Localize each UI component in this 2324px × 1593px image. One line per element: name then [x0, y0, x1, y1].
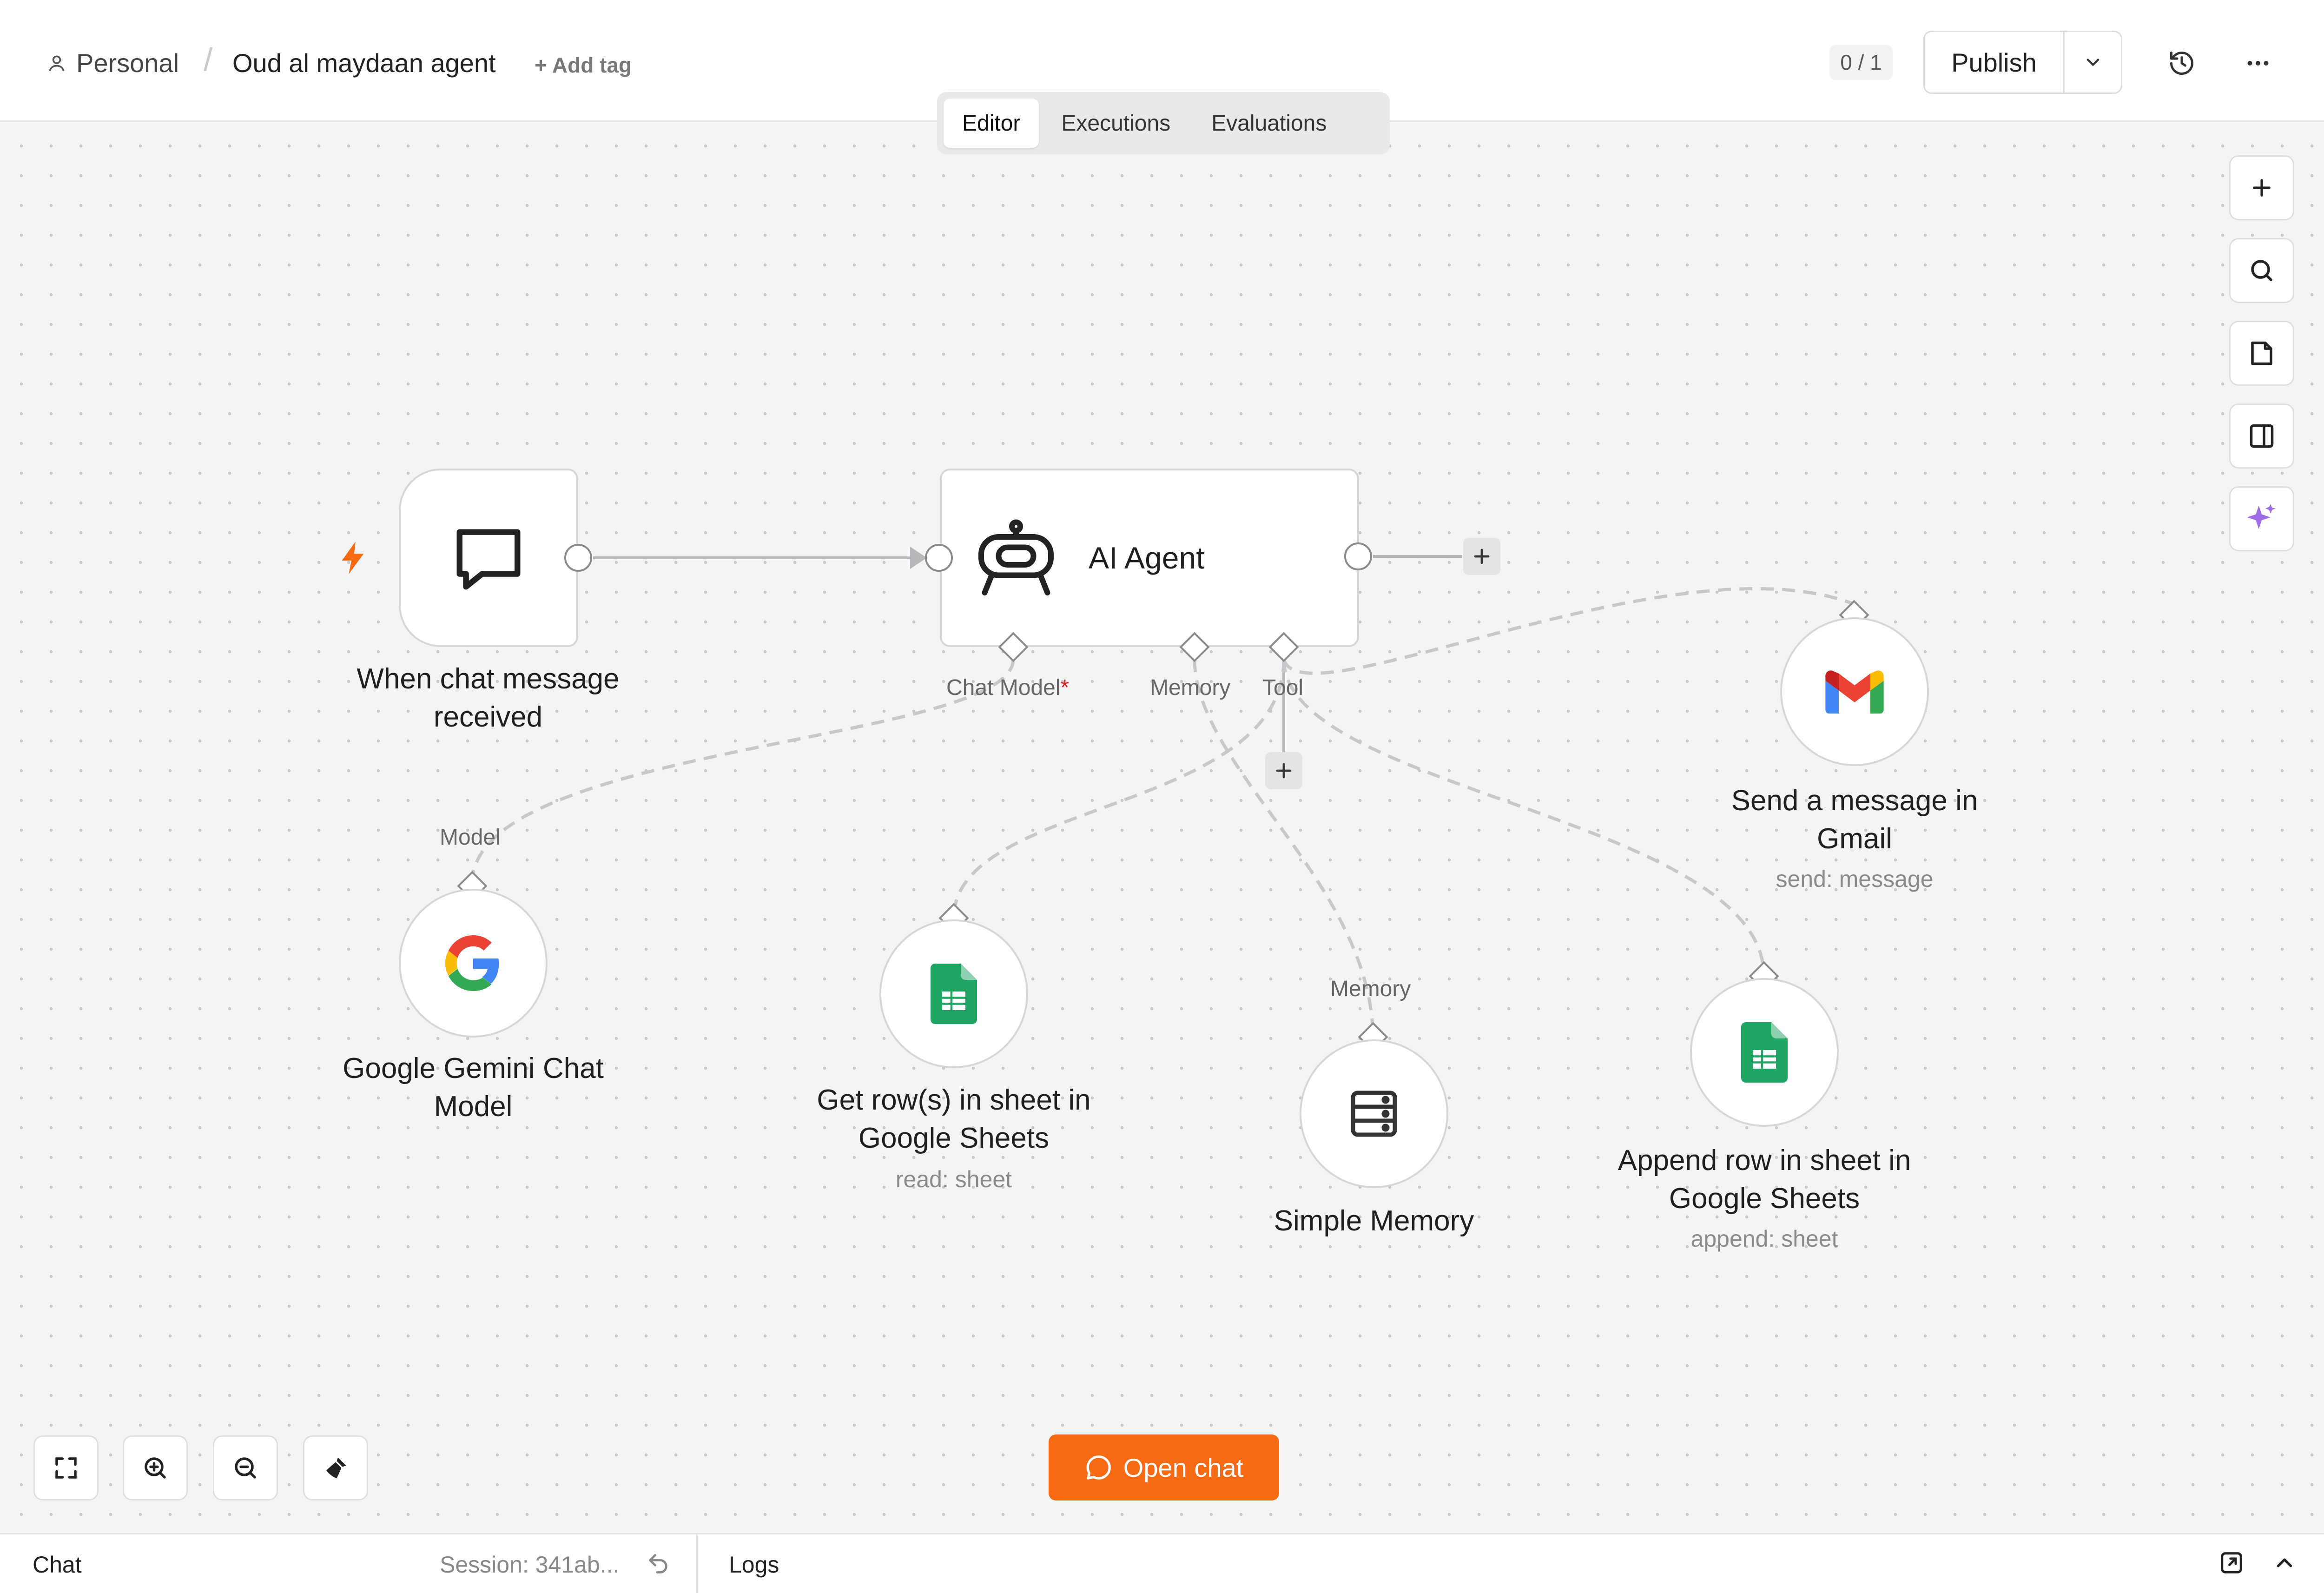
sparkle-icon [2244, 501, 2279, 536]
memory-port-label: Memory [1150, 675, 1231, 700]
gemini-node-label: Google Gemini Chat Model [343, 1052, 604, 1123]
robot-icon [974, 516, 1058, 600]
simple-memory-node-label: Simple Memory [1274, 1205, 1474, 1237]
simple-memory-node[interactable] [1300, 1039, 1448, 1188]
zoom-out-icon [231, 1454, 259, 1482]
gemini-node[interactable] [399, 889, 548, 1038]
ai-agent-label: AI Agent [1089, 541, 1205, 575]
tab-editor[interactable]: Editor [944, 99, 1039, 148]
maximize-icon [52, 1454, 80, 1482]
google-sheets-icon [1741, 1022, 1788, 1083]
trigger-node-label: When chat message received [357, 663, 620, 733]
session-id: Session: 341ab... [440, 1552, 620, 1578]
search-icon [2248, 257, 2276, 284]
chevron-up-icon [2272, 1550, 2297, 1575]
broom-icon [322, 1454, 350, 1482]
add-next-node-button[interactable] [1463, 538, 1500, 575]
chat-model-port-text: Chat Model [946, 675, 1061, 700]
panel-divider [696, 1534, 698, 1593]
trigger-bolt-icon [337, 540, 369, 578]
zoom-out-button[interactable] [213, 1435, 278, 1500]
bottom-panel-bar: Chat Session: 341ab... Logs [0, 1533, 2324, 1593]
version-counter: 0 / 1 [1829, 45, 1893, 80]
chat-bubble-icon [450, 519, 527, 596]
more-options-button[interactable] [2240, 46, 2276, 81]
append-row-node-label: Append row in sheet in Google Sheets [1618, 1144, 1911, 1215]
get-rows-node-label: Get row(s) in sheet in Google Sheets [817, 1084, 1091, 1154]
plus-icon [2249, 175, 2275, 201]
get-rows-node-subtitle: read: sheet [895, 1166, 1012, 1192]
view-tabs: Editor Executions Evaluations [937, 92, 1390, 154]
breadcrumb-project-label: Personal [76, 48, 179, 78]
gmail-node-subtitle: send: message [1776, 866, 1934, 892]
more-horizontal-icon [2244, 49, 2272, 77]
add-node-button[interactable] [2229, 155, 2294, 220]
panel-right-icon [2248, 422, 2276, 450]
tab-executions[interactable]: Executions [1043, 99, 1189, 148]
search-nodes-button[interactable] [2229, 238, 2294, 303]
chat-icon [1084, 1453, 1113, 1482]
fit-view-button[interactable] [33, 1435, 99, 1500]
get-rows-node[interactable] [879, 919, 1028, 1068]
trigger-node[interactable] [399, 469, 578, 647]
sticky-note-icon [2248, 339, 2276, 367]
publish-button[interactable]: Publish [1925, 32, 2063, 93]
google-icon [445, 935, 501, 991]
toggle-panel-button[interactable] [2229, 403, 2294, 469]
workflow-name[interactable]: Oud al maydaan agent [232, 45, 496, 82]
ai-agent-node[interactable]: AI Agent [940, 469, 1359, 647]
plus-icon [1273, 760, 1295, 782]
tool-port-label: Tool [1262, 675, 1304, 700]
breadcrumb-project[interactable]: Personal [46, 45, 179, 82]
append-row-node-subtitle: append: sheet [1690, 1226, 1838, 1252]
database-icon [1346, 1086, 1402, 1142]
add-tool-button[interactable] [1265, 752, 1302, 789]
publish-dropdown-button[interactable] [2063, 32, 2121, 93]
gemini-port-label: Model [440, 825, 501, 850]
external-window-icon [2219, 1550, 2244, 1575]
agent-output-handle[interactable] [1344, 542, 1372, 570]
user-icon [46, 53, 67, 73]
reset-session-button[interactable] [646, 1551, 670, 1575]
publish-group: Publish [1923, 31, 2122, 94]
history-icon [2168, 49, 2196, 77]
open-chat-label: Open chat [1123, 1453, 1244, 1482]
memory-node-port-label: Memory [1330, 977, 1411, 1001]
add-tag-button[interactable]: + Add tag [535, 46, 632, 84]
tab-evaluations[interactable]: Evaluations [1193, 99, 1345, 148]
agent-input-handle[interactable] [925, 544, 953, 572]
logs-panel-tab[interactable]: Logs [729, 1551, 779, 1578]
append-row-node[interactable] [1690, 978, 1839, 1127]
breadcrumb-separator: / [204, 41, 213, 78]
ai-assistant-button[interactable] [2229, 486, 2294, 551]
collapse-panel-button[interactable] [2272, 1550, 2297, 1575]
tidy-up-button[interactable] [303, 1435, 368, 1500]
history-button[interactable] [2164, 46, 2199, 81]
google-sheets-icon [931, 964, 977, 1024]
plus-icon [1471, 545, 1493, 568]
open-chat-button[interactable]: Open chat [1049, 1434, 1279, 1500]
chat-panel-tab[interactable]: Chat [33, 1551, 82, 1578]
required-mark: * [1060, 675, 1070, 700]
zoom-in-icon [141, 1454, 169, 1482]
gmail-node[interactable] [1780, 617, 1929, 766]
gmail-icon [1825, 670, 1884, 714]
chevron-down-icon [2083, 52, 2103, 73]
chat-model-port-label: Chat Model* [946, 675, 1069, 701]
undo-icon [646, 1551, 670, 1575]
zoom-in-button[interactable] [123, 1435, 188, 1500]
sticky-note-button[interactable] [2229, 321, 2294, 386]
gmail-node-label: Send a message in Gmail [1731, 785, 1978, 855]
pop-out-button[interactable] [2219, 1550, 2244, 1575]
trigger-output-handle[interactable] [564, 544, 592, 572]
